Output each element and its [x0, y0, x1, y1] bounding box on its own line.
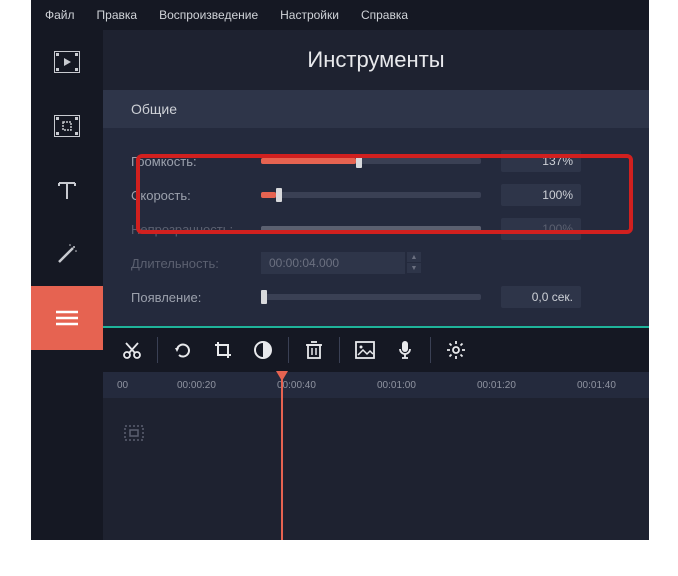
- chip-icon: [122, 423, 146, 443]
- rotate-icon: [173, 340, 193, 360]
- general-panel: Общие Громкость: 137% Скорость: 100% Неп…: [103, 90, 649, 326]
- gear-icon: [446, 340, 466, 360]
- duration-value: 00:00:04.000: [261, 252, 405, 274]
- left-sidebar: [31, 30, 103, 540]
- row-opacity: Непрозрачность: 100%: [131, 212, 621, 246]
- tab-magic[interactable]: [31, 222, 103, 286]
- menu-playback[interactable]: Воспроизведение: [159, 8, 258, 22]
- ruler-tick: 00:01:00: [377, 380, 416, 391]
- contrast-button[interactable]: [244, 332, 282, 368]
- tab-video[interactable]: [31, 30, 103, 94]
- playhead[interactable]: [281, 372, 283, 540]
- tab-menu[interactable]: [31, 286, 103, 350]
- value-speed[interactable]: 100%: [501, 184, 581, 206]
- row-volume: Громкость: 137%: [131, 144, 621, 178]
- label-volume: Громкость:: [131, 154, 261, 169]
- filmstrip-play-icon: [54, 51, 80, 73]
- image-icon: [355, 341, 375, 359]
- label-speed: Скорость:: [131, 188, 261, 203]
- slider-speed[interactable]: [261, 192, 481, 198]
- rotate-button[interactable]: [164, 332, 202, 368]
- label-duration: Длительность:: [131, 256, 261, 271]
- crop-icon: [213, 340, 233, 360]
- label-appearance: Появление:: [131, 290, 261, 305]
- delete-button[interactable]: [295, 332, 333, 368]
- row-speed: Скорость: 100%: [131, 178, 621, 212]
- slider-appearance[interactable]: [261, 294, 481, 300]
- slider-opacity: [261, 226, 481, 232]
- hamburger-icon: [56, 310, 78, 326]
- row-duration: Длительность: 00:00:04.000 ▲▼: [131, 246, 621, 280]
- duration-input: 00:00:04.000 ▲▼: [261, 252, 421, 274]
- toolbar: [103, 326, 649, 372]
- slider-volume[interactable]: [261, 158, 481, 164]
- magic-wand-icon: [55, 242, 79, 266]
- contrast-icon: [253, 340, 273, 360]
- value-opacity: 100%: [501, 218, 581, 240]
- stepper-down-icon: ▼: [407, 263, 421, 273]
- panel-header: Общие: [103, 90, 649, 128]
- ruler-tick: 00: [117, 380, 128, 391]
- filmstrip-crop-icon: [54, 115, 80, 137]
- crop-button[interactable]: [204, 332, 242, 368]
- timeline[interactable]: 00 00:00:20 00:00:40 00:01:00 00:01:20 0…: [103, 372, 649, 540]
- menu-bar: Файл Правка Воспроизведение Настройки Сп…: [31, 0, 649, 30]
- menu-settings[interactable]: Настройки: [280, 8, 339, 22]
- label-opacity: Непрозрачность:: [131, 222, 261, 237]
- timeline-ruler[interactable]: 00 00:00:20 00:00:40 00:01:00 00:01:20 0…: [103, 372, 649, 398]
- ruler-tick: 00:00:20: [177, 380, 216, 391]
- settings-button[interactable]: [437, 332, 475, 368]
- ruler-tick: 00:01:20: [477, 380, 516, 391]
- text-icon: [56, 179, 78, 201]
- image-button[interactable]: [346, 332, 384, 368]
- page-title: Инструменты: [103, 30, 649, 90]
- microphone-icon: [398, 340, 412, 360]
- row-appearance: Появление: 0,0 сек.: [131, 280, 621, 314]
- scissors-icon: [122, 340, 142, 360]
- mic-button[interactable]: [386, 332, 424, 368]
- tab-crop-frame[interactable]: [31, 94, 103, 158]
- cut-button[interactable]: [113, 332, 151, 368]
- tab-text[interactable]: [31, 158, 103, 222]
- trash-icon: [305, 340, 323, 360]
- stepper-up-icon: ▲: [407, 252, 421, 262]
- value-appearance[interactable]: 0,0 сек.: [501, 286, 581, 308]
- menu-edit[interactable]: Правка: [97, 8, 138, 22]
- menu-help[interactable]: Справка: [361, 8, 408, 22]
- menu-file[interactable]: Файл: [45, 8, 75, 22]
- track-icon-button[interactable]: [119, 420, 149, 446]
- value-volume[interactable]: 137%: [501, 150, 581, 172]
- ruler-tick: 00:01:40: [577, 380, 616, 391]
